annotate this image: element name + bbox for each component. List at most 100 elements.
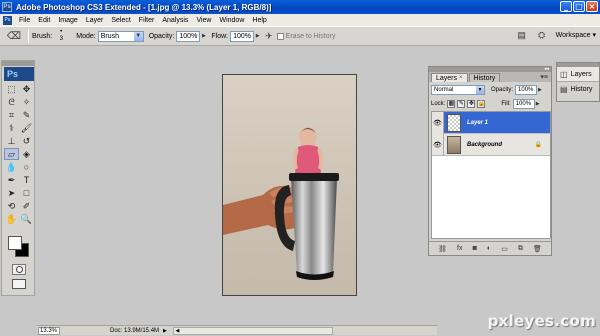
fill-arrow-icon[interactable]: ▶: [536, 101, 540, 107]
lasso-tool-icon[interactable]: ᘓ: [4, 96, 19, 108]
blend-mode-select[interactable]: Normal ▼: [431, 85, 485, 95]
mode-select[interactable]: Brush ▼: [97, 30, 144, 42]
erase-to-history-checkbox[interactable]: [276, 32, 284, 40]
opacity-slider-arrow[interactable]: ▶: [200, 31, 207, 42]
opacity-arrow-icon[interactable]: ▶: [538, 87, 542, 93]
eye-icon[interactable]: 👁: [432, 111, 444, 134]
flow-slider-arrow[interactable]: ▶: [254, 31, 261, 42]
lock-pixels-icon[interactable]: ✎: [457, 99, 466, 108]
toolbox-grip[interactable]: [2, 61, 34, 66]
shape-tool-icon[interactable]: □: [19, 187, 34, 199]
adjustment-icon[interactable]: ◐: [487, 245, 491, 252]
layer-opacity-field[interactable]: 100%: [515, 85, 538, 95]
magic-wand-tool-icon[interactable]: ✧: [19, 96, 34, 108]
erase-to-history-label: Erase to History: [285, 32, 336, 40]
trash-icon[interactable]: 🗑: [533, 245, 542, 253]
zoom-field[interactable]: 13.3%: [38, 326, 60, 335]
3d-rotate-tool-icon[interactable]: ⟲: [4, 200, 19, 212]
brush-dot-icon: •: [60, 29, 63, 35]
healing-brush-tool-icon[interactable]: ⚕: [4, 122, 19, 134]
menu-help[interactable]: Help: [248, 17, 270, 24]
status-menu-icon[interactable]: ▶: [163, 328, 167, 334]
lock-transparent-icon[interactable]: ▦: [447, 99, 456, 108]
document-canvas[interactable]: [222, 74, 357, 296]
menu-layer[interactable]: Layer: [82, 17, 108, 24]
crop-tool-icon[interactable]: ⌗: [4, 109, 19, 121]
tool-preset-picker[interactable]: ⌫: [3, 28, 25, 44]
foreground-color-swatch[interactable]: [8, 236, 22, 250]
blend-row: Normal ▼ Opacity: 100% ▶: [431, 84, 551, 96]
tab-layers[interactable]: Layers ×: [431, 73, 468, 82]
eye-icon[interactable]: 👁: [432, 133, 444, 156]
menu-image[interactable]: Image: [54, 17, 81, 24]
scroll-left-icon[interactable]: ◀: [174, 328, 181, 334]
options-right: ▤ ⛭ Workspace ▾: [516, 29, 596, 41]
menu-view[interactable]: View: [192, 17, 215, 24]
tab-history[interactable]: History: [468, 73, 501, 82]
brush-tool-icon[interactable]: 🖌: [19, 122, 34, 134]
close-button[interactable]: ×: [586, 1, 598, 12]
menu-window[interactable]: Window: [215, 17, 248, 24]
horizontal-scrollbar[interactable]: ◀: [172, 326, 333, 335]
dodge-tool-icon[interactable]: ○: [19, 161, 34, 173]
maximize-button[interactable]: □: [573, 1, 585, 12]
layers-icon: ◫: [560, 69, 568, 79]
lock-label: Lock:: [431, 100, 446, 107]
group-icon[interactable]: ▭: [501, 245, 508, 253]
blur-tool-icon[interactable]: 💧: [4, 161, 19, 173]
notes-tool-icon[interactable]: ✐: [19, 200, 34, 212]
fill-field[interactable]: 100%: [512, 98, 535, 109]
menu-file[interactable]: File: [15, 17, 34, 24]
type-tool-icon[interactable]: T: [19, 174, 34, 186]
window-title: Adobe Photoshop CS3 Extended - [1.jpg @ …: [16, 2, 272, 12]
clone-stamp-tool-icon[interactable]: ⊥: [4, 135, 19, 147]
menu-edit[interactable]: Edit: [34, 17, 54, 24]
window-controls: _ □ ×: [560, 1, 598, 12]
document-menu-icon[interactable]: Ps: [3, 15, 12, 25]
layer-row[interactable]: 👁 Background 🔒: [432, 133, 550, 156]
watermark: pxleyes.com: [487, 312, 596, 330]
panel-tabs: Layers × History ▾≡: [429, 72, 551, 82]
menu-filter[interactable]: Filter: [135, 17, 159, 24]
path-selection-tool-icon[interactable]: ➤: [4, 187, 19, 199]
divider: [28, 29, 29, 43]
menu-analysis[interactable]: Analysis: [158, 17, 192, 24]
photoshop-app-icon[interactable]: Ps: [2, 2, 12, 12]
bridge-icon[interactable]: ⛭: [536, 29, 548, 41]
layer-thumbnail: [447, 113, 461, 132]
color-swatches: [6, 236, 32, 258]
airbrush-icon[interactable]: ✈: [265, 31, 273, 42]
new-layer-icon[interactable]: ⧉: [518, 245, 523, 253]
screen-mode-button[interactable]: [12, 279, 26, 289]
toggle-palette-icon[interactable]: ▤: [516, 29, 528, 41]
history-brush-tool-icon[interactable]: ↺: [19, 135, 34, 147]
quick-mask-button[interactable]: [12, 264, 26, 275]
mug-lid: [289, 173, 339, 181]
lock-all-icon[interactable]: 🔒: [477, 99, 486, 108]
quick-mask-icon: [15, 266, 23, 273]
pen-tool-icon[interactable]: ✒: [4, 174, 19, 186]
close-icon[interactable]: ×: [459, 75, 463, 81]
workspace-button[interactable]: Workspace ▾: [556, 31, 596, 39]
eyedropper-tool-icon[interactable]: ✎: [19, 109, 34, 121]
layer-row[interactable]: 👁 Layer 1: [432, 111, 550, 134]
mask-icon[interactable]: ◙: [473, 245, 477, 252]
menu-select[interactable]: Select: [107, 17, 134, 24]
zoom-tool-icon[interactable]: 🔍: [19, 213, 34, 225]
eraser-tool-icon[interactable]: ▱: [4, 148, 19, 160]
brush-picker[interactable]: • 3: [54, 29, 68, 43]
lock-position-icon[interactable]: ✥: [467, 99, 476, 108]
hand-tool-icon[interactable]: ✋: [4, 213, 19, 225]
link-icon[interactable]: ⛓: [438, 245, 447, 253]
flow-field[interactable]: 100%: [230, 30, 255, 42]
lock-icon: 🔒: [534, 142, 542, 148]
dock-item-layers[interactable]: ◫ Layers: [557, 67, 599, 82]
move-tool-icon[interactable]: ✥: [19, 83, 34, 95]
paint-bucket-tool-icon[interactable]: ◈: [19, 148, 34, 160]
opacity-field[interactable]: 100%: [176, 30, 201, 42]
minimize-button[interactable]: _: [560, 1, 572, 12]
fx-icon[interactable]: fx: [457, 245, 462, 252]
dock-item-history[interactable]: ▤ History: [557, 82, 599, 97]
marquee-tool-icon[interactable]: ⬚: [4, 83, 19, 95]
panel-menu-icon[interactable]: ▾≡: [540, 73, 548, 81]
